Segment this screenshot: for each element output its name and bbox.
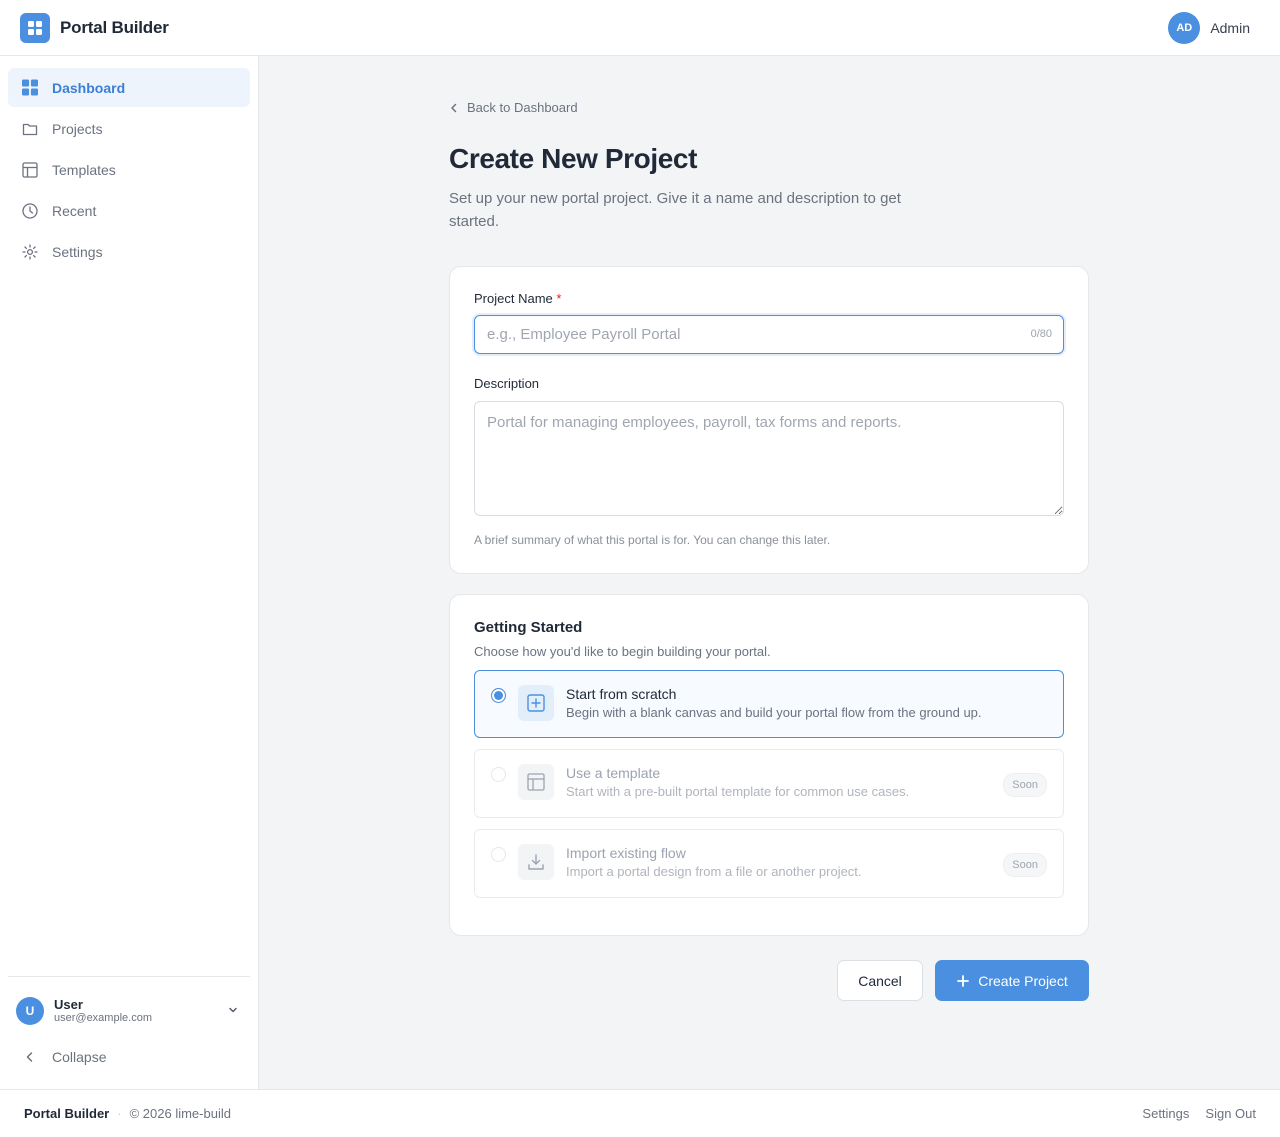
- app-logo-icon[interactable]: [20, 12, 50, 43]
- create-project-button[interactable]: Create Project: [935, 960, 1089, 1001]
- option-use-template: Use a template Start with a pre-built po…: [474, 749, 1064, 818]
- chevron-left-icon: [22, 1049, 38, 1065]
- chevron-down-icon[interactable]: [228, 1002, 238, 1020]
- soon-badge: Soon: [1003, 773, 1047, 797]
- user-email: user@example.com: [54, 1012, 152, 1025]
- description-help-text: A brief summary of what this portal is f…: [474, 533, 831, 547]
- layout-icon: [518, 764, 554, 800]
- option-import-flow: Import existing flow Import a portal des…: [474, 829, 1064, 898]
- folder-icon: [22, 121, 38, 137]
- dashboard-grid-icon: [22, 79, 38, 96]
- option-text: Start from scratch Begin with a blank ca…: [566, 685, 982, 719]
- option-description: Start with a pre-built portal template f…: [566, 784, 910, 799]
- sidebar-item-label: Settings: [52, 243, 103, 260]
- sidebar-item-dashboard[interactable]: Dashboard: [8, 68, 250, 107]
- gear-icon: [22, 243, 38, 260]
- option-radio: [491, 767, 506, 782]
- footer-separator: ·: [117, 1106, 122, 1121]
- chevron-left-icon: [451, 103, 457, 112]
- sidebar-item-label: Projects: [52, 120, 103, 137]
- user-label[interactable]: Admin: [1210, 20, 1250, 36]
- page-subtitle: Set up your new portal project. Give it …: [449, 190, 901, 230]
- user-account-row[interactable]: U User user@example.com: [8, 977, 250, 1025]
- footer-brand: Portal Builder: [24, 1106, 110, 1121]
- soon-badge: Soon: [1003, 853, 1047, 877]
- sidebar-footer: U User user@example.com Collapse: [8, 976, 250, 1065]
- footer: Portal Builder · © 2026 lime-build Setti…: [0, 1089, 1280, 1137]
- character-counter: 0/80: [1030, 328, 1052, 340]
- required-mark: *: [556, 291, 562, 306]
- footer-copyright: © 2026 lime-build: [129, 1106, 231, 1121]
- description-textarea[interactable]: [474, 401, 1064, 516]
- description-label: Description: [474, 376, 540, 391]
- project-name-label: Project Name *: [474, 291, 1064, 306]
- project-name-label-text: Project Name: [474, 291, 553, 306]
- sidebar: Dashboard Projects Templates Recent Sett…: [0, 56, 259, 1089]
- option-text: Use a template Start with a pre-built po…: [566, 764, 909, 798]
- getting-started-subtitle: Choose how you'd like to begin building …: [474, 644, 771, 659]
- app-title: Portal Builder: [60, 17, 169, 37]
- top-bar: Portal Builder AD Admin: [0, 0, 1280, 56]
- project-details-card: Project Name * 0/80 Description A brief …: [449, 266, 1089, 574]
- collapse-button[interactable]: Collapse: [8, 1049, 250, 1065]
- project-name-input[interactable]: [474, 315, 1064, 354]
- option-title: Start from scratch: [566, 686, 677, 702]
- layout-icon: [22, 161, 38, 178]
- sidebar-item-templates[interactable]: Templates: [8, 150, 250, 189]
- form-actions: Cancel Create Project: [449, 960, 1089, 1001]
- project-name-field: 0/80: [474, 315, 1064, 354]
- footer-links: Settings Sign Out: [1142, 1106, 1256, 1121]
- back-link-label: Back to Dashboard: [467, 100, 578, 115]
- main-content: Back to Dashboard Create New Project Set…: [449, 56, 1089, 1001]
- sidebar-item-label: Dashboard: [52, 79, 126, 96]
- user-menu[interactable]: AD Admin: [1168, 11, 1260, 44]
- footer-sign-out-link[interactable]: Sign Out: [1205, 1106, 1256, 1121]
- option-title: Import existing flow: [566, 845, 686, 861]
- sidebar-item-settings[interactable]: Settings: [8, 232, 250, 271]
- getting-started-card: Getting Started Choose how you'd like to…: [449, 594, 1089, 936]
- sidebar-item-recent[interactable]: Recent: [8, 191, 250, 230]
- option-description: Begin with a blank canvas and build your…: [566, 705, 982, 720]
- avatar: U: [16, 997, 44, 1025]
- option-title: Use a template: [566, 765, 661, 781]
- option-start-from-scratch[interactable]: Start from scratch Begin with a blank ca…: [474, 670, 1064, 738]
- user-info: User user@example.com: [54, 996, 152, 1025]
- getting-started-title: Getting Started: [474, 619, 583, 636]
- page-title: Create New Project: [449, 143, 698, 174]
- option-description: Import a portal design from a file or an…: [566, 864, 862, 879]
- clock-icon: [22, 202, 38, 219]
- download-icon: [518, 844, 554, 880]
- avatar[interactable]: AD: [1168, 11, 1201, 44]
- user-name: User: [54, 996, 83, 1012]
- footer-settings-link[interactable]: Settings: [1142, 1106, 1189, 1121]
- sidebar-item-label: Templates: [52, 161, 116, 178]
- sidebar-item-label: Recent: [52, 202, 97, 219]
- sidebar-item-projects[interactable]: Projects: [8, 109, 250, 148]
- cancel-button[interactable]: Cancel: [837, 960, 923, 1001]
- create-project-label: Create Project: [978, 972, 1068, 989]
- plus-icon: [957, 974, 970, 987]
- option-radio: [491, 847, 506, 862]
- back-to-dashboard-link[interactable]: Back to Dashboard: [449, 100, 1089, 115]
- sidebar-nav: Dashboard Projects Templates Recent Sett…: [0, 56, 258, 285]
- option-text: Import existing flow Import a portal des…: [566, 844, 862, 878]
- option-radio[interactable]: [491, 688, 506, 703]
- plus-square-icon: [518, 685, 554, 721]
- collapse-label: Collapse: [52, 1049, 107, 1065]
